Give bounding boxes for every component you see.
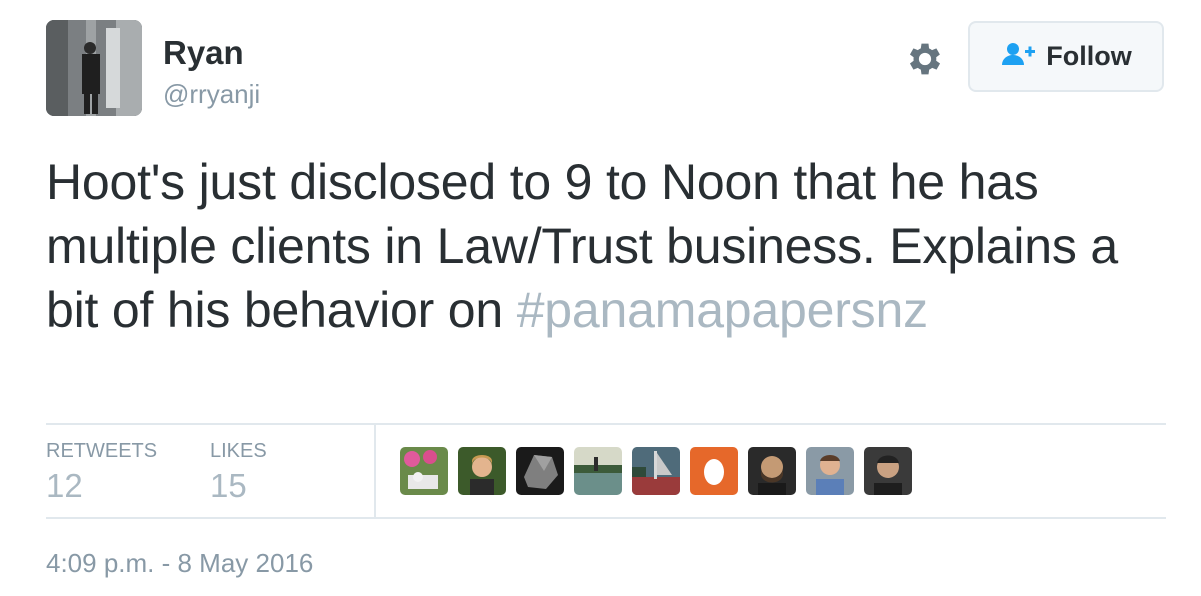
liker-avatar-boat[interactable]: [632, 447, 680, 495]
liker-avatar-flowers[interactable]: [400, 447, 448, 495]
retweets-count[interactable]: 12: [46, 466, 83, 506]
liker-avatar-man-shirt[interactable]: [806, 447, 854, 495]
add-user-icon: [1000, 41, 1036, 72]
stats-bottom-divider: [46, 517, 1166, 519]
retweets-label[interactable]: RETWEETS: [46, 439, 157, 463]
tweet-text: Hoot's just disclosed to 9 to Noon that …: [46, 150, 1156, 342]
liker-avatar-egg[interactable]: [690, 447, 738, 495]
user-avatar[interactable]: [46, 20, 142, 116]
user-name[interactable]: Ryan: [163, 33, 244, 73]
likes-count[interactable]: 15: [210, 466, 247, 506]
liker-avatar-rock[interactable]: [516, 447, 564, 495]
follow-button[interactable]: Follow: [968, 21, 1164, 92]
liker-avatar-landscape[interactable]: [574, 447, 622, 495]
likes-label[interactable]: LIKES: [210, 439, 267, 463]
stats-top-divider: [46, 423, 1166, 425]
tweet-timestamp[interactable]: 4:09 p.m. - 8 May 2016: [46, 547, 313, 579]
hashtag-link[interactable]: #panamapapersnz: [517, 282, 928, 338]
follow-label: Follow: [1046, 41, 1132, 71]
liker-avatar-woman[interactable]: [458, 447, 506, 495]
user-handle[interactable]: @rryanji: [163, 78, 260, 110]
gear-icon[interactable]: [904, 38, 946, 80]
liker-avatar-man-dark[interactable]: [864, 447, 912, 495]
liker-avatar-man-beard[interactable]: [748, 447, 796, 495]
stats-separator: [374, 424, 376, 518]
likers-list: [400, 447, 912, 495]
